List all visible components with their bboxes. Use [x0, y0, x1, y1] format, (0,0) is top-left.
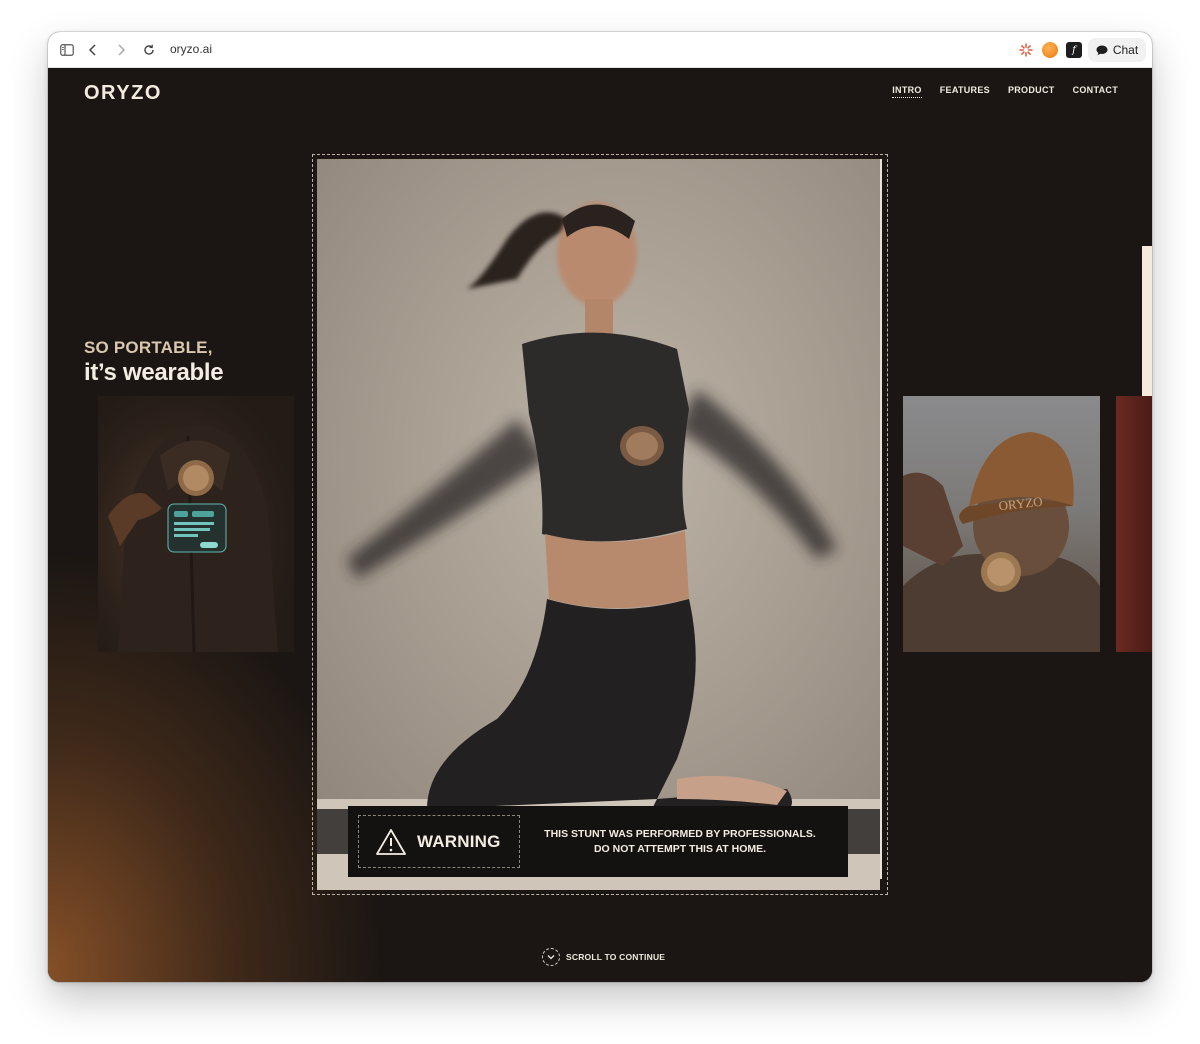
chat-bubble-icon — [1096, 45, 1108, 55]
hero-scrollbar[interactable] — [880, 159, 882, 879]
browser-window: oryzo.ai f Chat ORYZO INTRO FEATURES PRO… — [48, 32, 1152, 982]
portable-headline: SO PORTABLE, it’s wearable — [84, 338, 224, 387]
reload-icon[interactable] — [140, 41, 158, 59]
browser-toolbar: oryzo.ai f Chat — [48, 32, 1152, 68]
headline-line-1: SO PORTABLE, — [84, 338, 213, 357]
chat-button[interactable]: Chat — [1088, 38, 1146, 62]
warning-message: THIS STUNT WAS PERFORMED BY PROFESSIONAL… — [520, 827, 848, 857]
orange-circle-extension-icon[interactable] — [1042, 42, 1058, 58]
hero-dancer-photo — [317, 159, 880, 890]
nav-features[interactable]: FEATURES — [940, 85, 990, 98]
nav-product[interactable]: PRODUCT — [1008, 85, 1055, 98]
chat-label: Chat — [1112, 43, 1139, 57]
forward-arrow-icon[interactable] — [112, 41, 130, 59]
nav-contact[interactable]: CONTACT — [1073, 85, 1118, 98]
warning-banner: WARNING THIS STUNT WAS PERFORMED BY PROF… — [348, 806, 848, 877]
cap-photo: ORYZO — [903, 396, 1100, 652]
warning-box: WARNING — [358, 815, 520, 868]
warning-line-1: THIS STUNT WAS PERFORMED BY PROFESSIONAL… — [544, 827, 816, 840]
warning-title: WARNING — [417, 831, 501, 851]
headline-line-2: it’s wearable — [84, 359, 224, 386]
red-photo-edge — [1116, 396, 1152, 652]
warning-triangle-icon — [376, 828, 406, 855]
scroll-to-continue[interactable]: SCROLL TO CONTINUE — [542, 948, 665, 966]
sidebar-toggle-icon[interactable] — [58, 41, 76, 59]
site-logo[interactable]: ORYZO — [84, 82, 162, 105]
side-scroll-tab[interactable] — [1142, 246, 1152, 404]
main-nav: INTRO FEATURES PRODUCT CONTACT — [892, 85, 1118, 98]
jacket-photo — [98, 396, 294, 652]
nav-intro[interactable]: INTRO — [892, 85, 922, 98]
scroll-down-icon — [542, 948, 560, 966]
oryzo-page: ORYZO INTRO FEATURES PRODUCT CONTACT SO … — [48, 68, 1152, 982]
f-extension-icon[interactable]: f — [1066, 42, 1082, 58]
back-arrow-icon[interactable] — [84, 41, 102, 59]
sun-extension-icon[interactable] — [1018, 42, 1034, 58]
address-bar[interactable]: oryzo.ai — [170, 42, 212, 56]
scroll-label: SCROLL TO CONTINUE — [566, 952, 666, 962]
warning-line-2: DO NOT ATTEMPT THIS AT HOME. — [593, 842, 767, 855]
